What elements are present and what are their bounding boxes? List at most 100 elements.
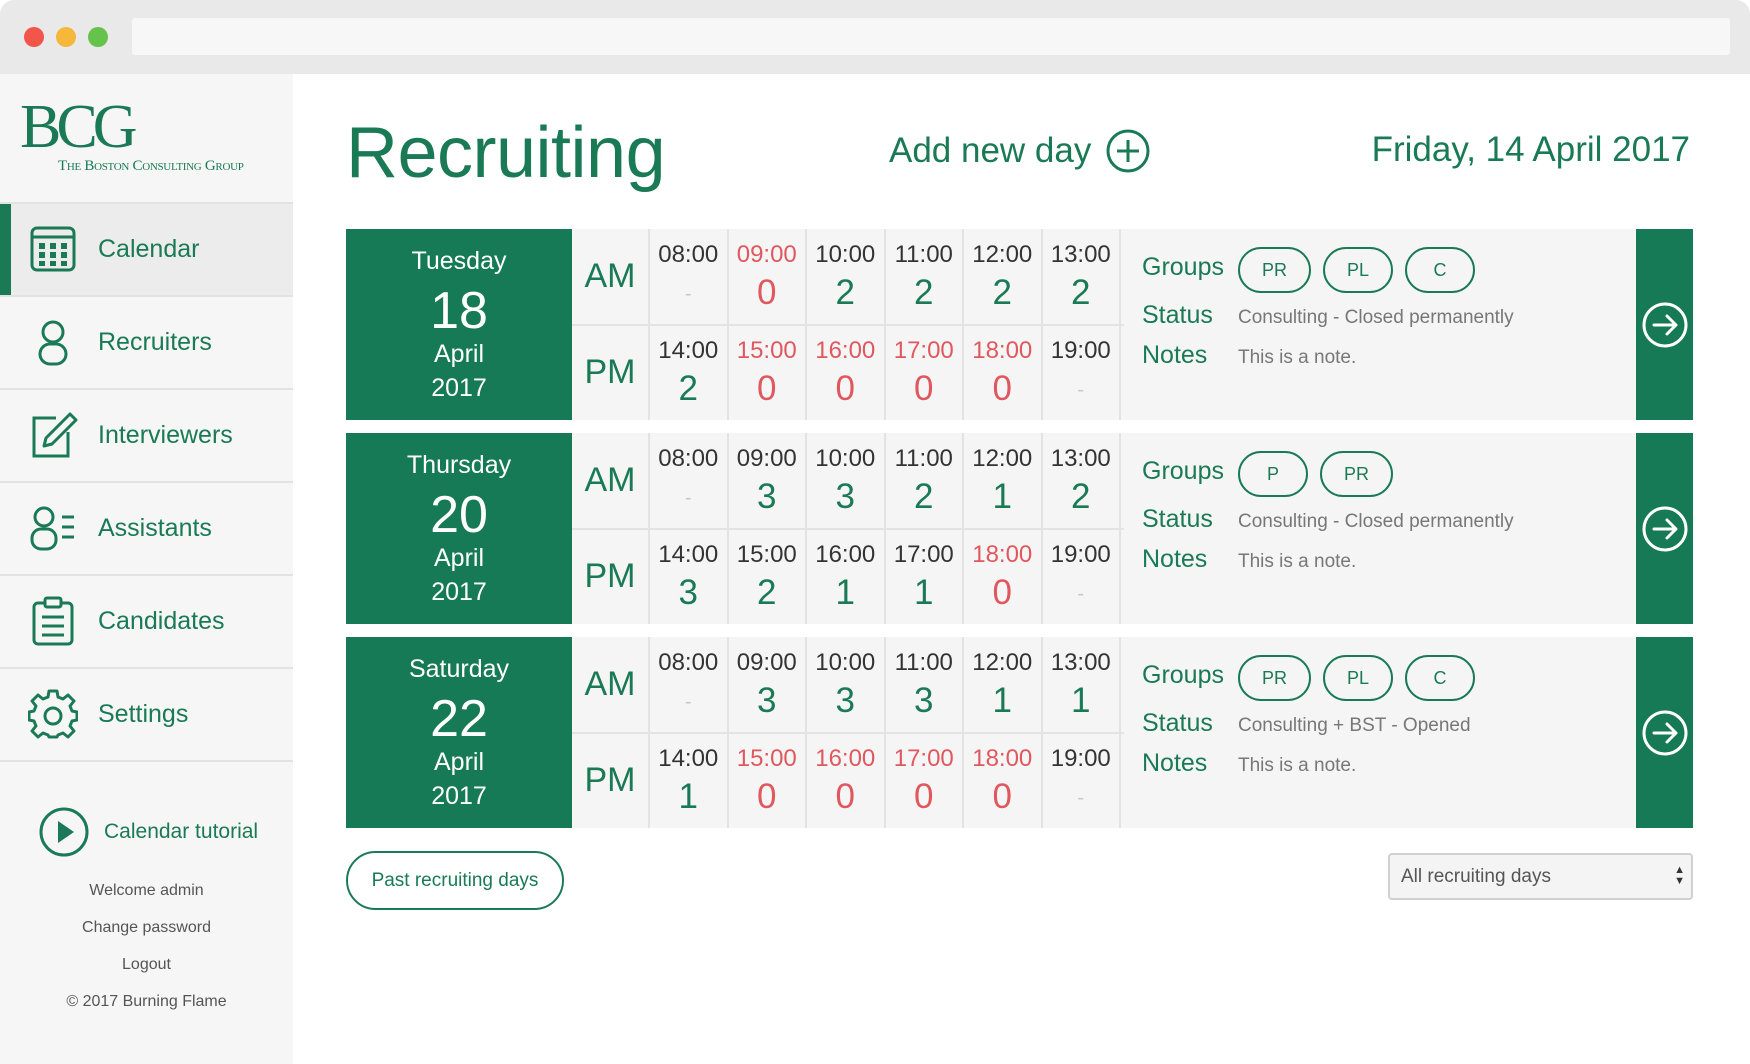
time-slot[interactable]: 12:00 1: [964, 433, 1043, 528]
time-slot[interactable]: 16:00 0: [807, 733, 886, 828]
time-slot[interactable]: 11:00 2: [886, 229, 964, 324]
slot-time: 08:00: [658, 241, 719, 268]
change-password-link[interactable]: Change password: [0, 909, 293, 946]
time-slot[interactable]: 18:00 0: [964, 733, 1043, 828]
notes-label: Notes: [1142, 749, 1208, 777]
day-number: 20: [430, 486, 488, 544]
slot-count: -: [1077, 379, 1085, 401]
sidebar-item-assistants[interactable]: Assistants: [0, 483, 293, 576]
calendar-tutorial-link[interactable]: Calendar tutorial: [38, 806, 258, 858]
time-slot[interactable]: 15:00 0: [729, 325, 807, 420]
sidebar-nav: Calendar Recruiters Interviewers Assista…: [0, 202, 293, 762]
status-value: Consulting + BST - Opened: [1238, 715, 1471, 736]
group-pill[interactable]: PR: [1238, 655, 1312, 701]
time-slot[interactable]: 08:00 -: [650, 433, 729, 528]
time-slot[interactable]: 14:00 2: [650, 325, 729, 420]
time-slot[interactable]: 12:00 2: [964, 229, 1043, 324]
window-minimize-button[interactable]: [56, 27, 76, 47]
time-slot[interactable]: 19:00 -: [1043, 733, 1121, 828]
time-slot[interactable]: 15:00 2: [729, 529, 807, 624]
time-slot[interactable]: 16:00 0: [807, 325, 886, 420]
group-pill[interactable]: C: [1405, 655, 1476, 701]
slot-count: 2: [678, 369, 698, 408]
am-slots-row: 08:00 - 09:00 0 10:00 2 11:00 2 12:00 2 13:00 2: [650, 229, 1121, 324]
time-slot[interactable]: 12:00 1: [964, 637, 1043, 732]
address-bar[interactable]: [132, 18, 1730, 55]
browser-chrome: [0, 0, 1750, 74]
recruiting-days-filter[interactable]: All recruiting days ▲ ▼: [1388, 853, 1693, 900]
time-slot[interactable]: 09:00 3: [729, 433, 807, 528]
time-slot[interactable]: 16:00 1: [807, 529, 886, 624]
notes-value: This is a note.: [1238, 551, 1357, 572]
sidebar-item-recruiters[interactable]: Recruiters: [0, 297, 293, 390]
group-pill[interactable]: P: [1238, 451, 1308, 497]
sidebar-item-interviewers[interactable]: Interviewers: [0, 390, 293, 483]
time-slot[interactable]: 19:00 -: [1043, 529, 1121, 624]
time-slot[interactable]: 13:00 2: [1043, 229, 1121, 324]
group-pill[interactable]: PR: [1320, 451, 1394, 497]
sidebar-item-settings[interactable]: Settings: [0, 669, 293, 762]
time-slot[interactable]: 18:00 0: [964, 325, 1043, 420]
time-slot[interactable]: 14:00 3: [650, 529, 729, 624]
open-day-button[interactable]: [1636, 637, 1693, 828]
slot-count: 3: [757, 477, 777, 516]
time-slot[interactable]: 10:00 3: [807, 637, 886, 732]
groups-label: Groups: [1142, 661, 1224, 689]
time-slot[interactable]: 17:00 1: [886, 529, 964, 624]
time-slot[interactable]: 18:00 0: [964, 529, 1043, 624]
slot-count: 3: [678, 573, 698, 612]
slot-count: -: [1077, 787, 1085, 809]
past-recruiting-days-button[interactable]: Past recruiting days: [346, 851, 564, 910]
time-slot[interactable]: 11:00 3: [886, 637, 964, 732]
status-label: Status: [1142, 301, 1213, 329]
pm-slots-row: 14:00 3 15:00 2 16:00 1 17:00 1 18:00 0 19:00 -: [650, 529, 1121, 624]
group-pill[interactable]: PL: [1323, 247, 1394, 293]
window-maximize-button[interactable]: [88, 27, 108, 47]
sidebar-item-candidates[interactable]: Candidates: [0, 576, 293, 669]
window-close-button[interactable]: [24, 27, 44, 47]
time-slot[interactable]: 09:00 3: [729, 637, 807, 732]
day-info: Groups Status Notes P PR Consulting - Closed …: [1124, 433, 1634, 624]
slot-time: 10:00: [815, 445, 876, 472]
pm-label: PM: [572, 733, 650, 828]
logout-link[interactable]: Logout: [0, 946, 293, 983]
add-new-day-button[interactable]: Add new day: [889, 128, 1151, 174]
day-date-box: Thursday 20 April 2017: [346, 433, 572, 624]
time-slot[interactable]: 15:00 0: [729, 733, 807, 828]
sidebar-item-calendar[interactable]: Calendar: [0, 204, 293, 297]
group-pill[interactable]: C: [1405, 247, 1476, 293]
slot-time: 12:00: [972, 649, 1033, 676]
time-slot[interactable]: 13:00 2: [1043, 433, 1121, 528]
time-slot[interactable]: 19:00 -: [1043, 325, 1121, 420]
am-slots-row: 08:00 - 09:00 3 10:00 3 11:00 3 12:00 1 13:00 1: [650, 637, 1121, 732]
slot-time: 15:00: [736, 541, 797, 568]
slot-count: 2: [914, 477, 934, 516]
slot-time: 16:00: [815, 541, 876, 568]
time-slot[interactable]: 08:00 -: [650, 229, 729, 324]
time-slot[interactable]: 08:00 -: [650, 637, 729, 732]
group-pill[interactable]: PL: [1323, 655, 1394, 701]
open-day-button[interactable]: [1636, 229, 1693, 420]
groups-list: P PR: [1238, 451, 1405, 497]
time-slot[interactable]: 17:00 0: [886, 325, 964, 420]
open-day-button[interactable]: [1636, 433, 1693, 624]
time-slot[interactable]: 14:00 1: [650, 733, 729, 828]
slot-time: 12:00: [972, 241, 1033, 268]
group-pill[interactable]: PR: [1238, 247, 1312, 293]
arrow-right-circle-icon: [1642, 506, 1687, 551]
day-date-box: Saturday 22 April 2017: [346, 637, 572, 828]
day-info: Groups Status Notes PR PL C Consulting + BST -…: [1124, 637, 1634, 828]
sidebar-item-label: Recruiters: [98, 328, 212, 356]
time-slot[interactable]: 10:00 2: [807, 229, 886, 324]
slot-count: 1: [992, 477, 1012, 516]
time-slot[interactable]: 09:00 0: [729, 229, 807, 324]
time-slot[interactable]: 13:00 1: [1043, 637, 1121, 732]
day-number: 22: [430, 690, 488, 748]
slot-count: 2: [835, 273, 855, 312]
time-slot[interactable]: 11:00 2: [886, 433, 964, 528]
notes-value: This is a note.: [1238, 347, 1357, 368]
day-month: April: [433, 544, 484, 572]
time-slot[interactable]: 10:00 3: [807, 433, 886, 528]
slot-count: 0: [757, 369, 777, 408]
time-slot[interactable]: 17:00 0: [886, 733, 964, 828]
